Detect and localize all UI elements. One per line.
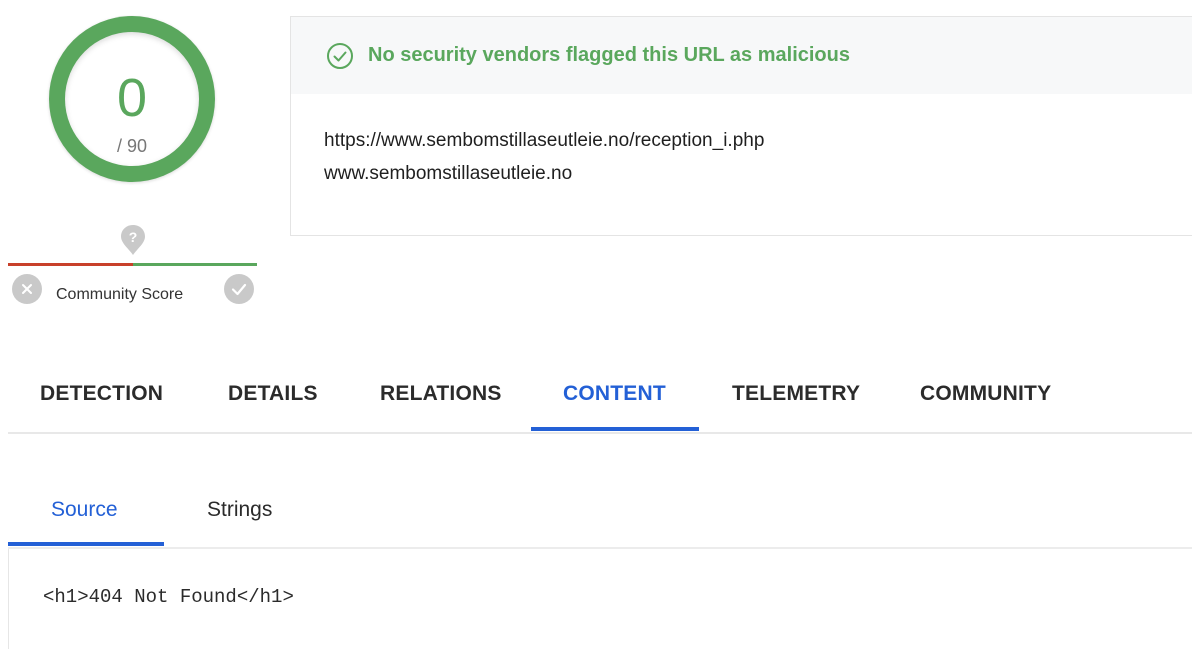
source-panel: <h1>404 Not Found</h1> bbox=[8, 549, 1192, 649]
active-tab-indicator bbox=[531, 427, 699, 431]
tab-telemetry[interactable]: TELEMETRY bbox=[732, 382, 860, 406]
question-marker-icon: ? bbox=[121, 225, 145, 255]
community-score-label: Community Score bbox=[56, 286, 184, 303]
active-subtab-indicator bbox=[8, 542, 164, 546]
detection-score-gauge: 0 / 90 bbox=[49, 16, 215, 182]
score-total: / 90 bbox=[116, 136, 148, 156]
score-inner: 0 / 90 bbox=[65, 32, 199, 166]
close-circle-icon[interactable] bbox=[12, 274, 42, 304]
tab-strings[interactable]: Strings bbox=[207, 498, 272, 522]
svg-text:?: ? bbox=[129, 229, 138, 245]
result-card: No security vendors flagged this URL as … bbox=[290, 16, 1192, 236]
verdict-text: No security vendors flagged this URL as … bbox=[368, 44, 850, 66]
tab-details[interactable]: DETAILS bbox=[228, 382, 318, 406]
main-tab-bar: DETECTION DETAILS RELATIONS CONTENT TELE… bbox=[8, 360, 1192, 434]
url-report-page: 0 / 90 ? Community Score No security ven… bbox=[0, 0, 1192, 649]
check-circle-icon[interactable] bbox=[224, 274, 254, 304]
score-value: 0 bbox=[116, 68, 148, 128]
community-score: ? Community Score bbox=[8, 222, 260, 312]
verdict-banner: No security vendors flagged this URL as … bbox=[291, 17, 1192, 94]
community-negative-bar bbox=[8, 263, 133, 266]
tab-community[interactable]: COMMUNITY bbox=[920, 382, 1051, 406]
community-positive-bar bbox=[133, 263, 257, 266]
tab-detection[interactable]: DETECTION bbox=[40, 382, 163, 406]
scanned-url[interactable]: https://www.sembomstillaseutleie.no/rece… bbox=[324, 130, 764, 152]
check-circle-outline-icon bbox=[327, 43, 353, 69]
scanned-domain[interactable]: www.sembomstillaseutleie.no bbox=[324, 163, 572, 185]
sub-tab-bar: Source Strings bbox=[8, 478, 1192, 549]
tab-content[interactable]: CONTENT bbox=[563, 382, 666, 406]
source-code[interactable]: <h1>404 Not Found</h1> bbox=[43, 586, 294, 608]
tab-relations[interactable]: RELATIONS bbox=[380, 382, 502, 406]
tab-source[interactable]: Source bbox=[51, 498, 118, 522]
